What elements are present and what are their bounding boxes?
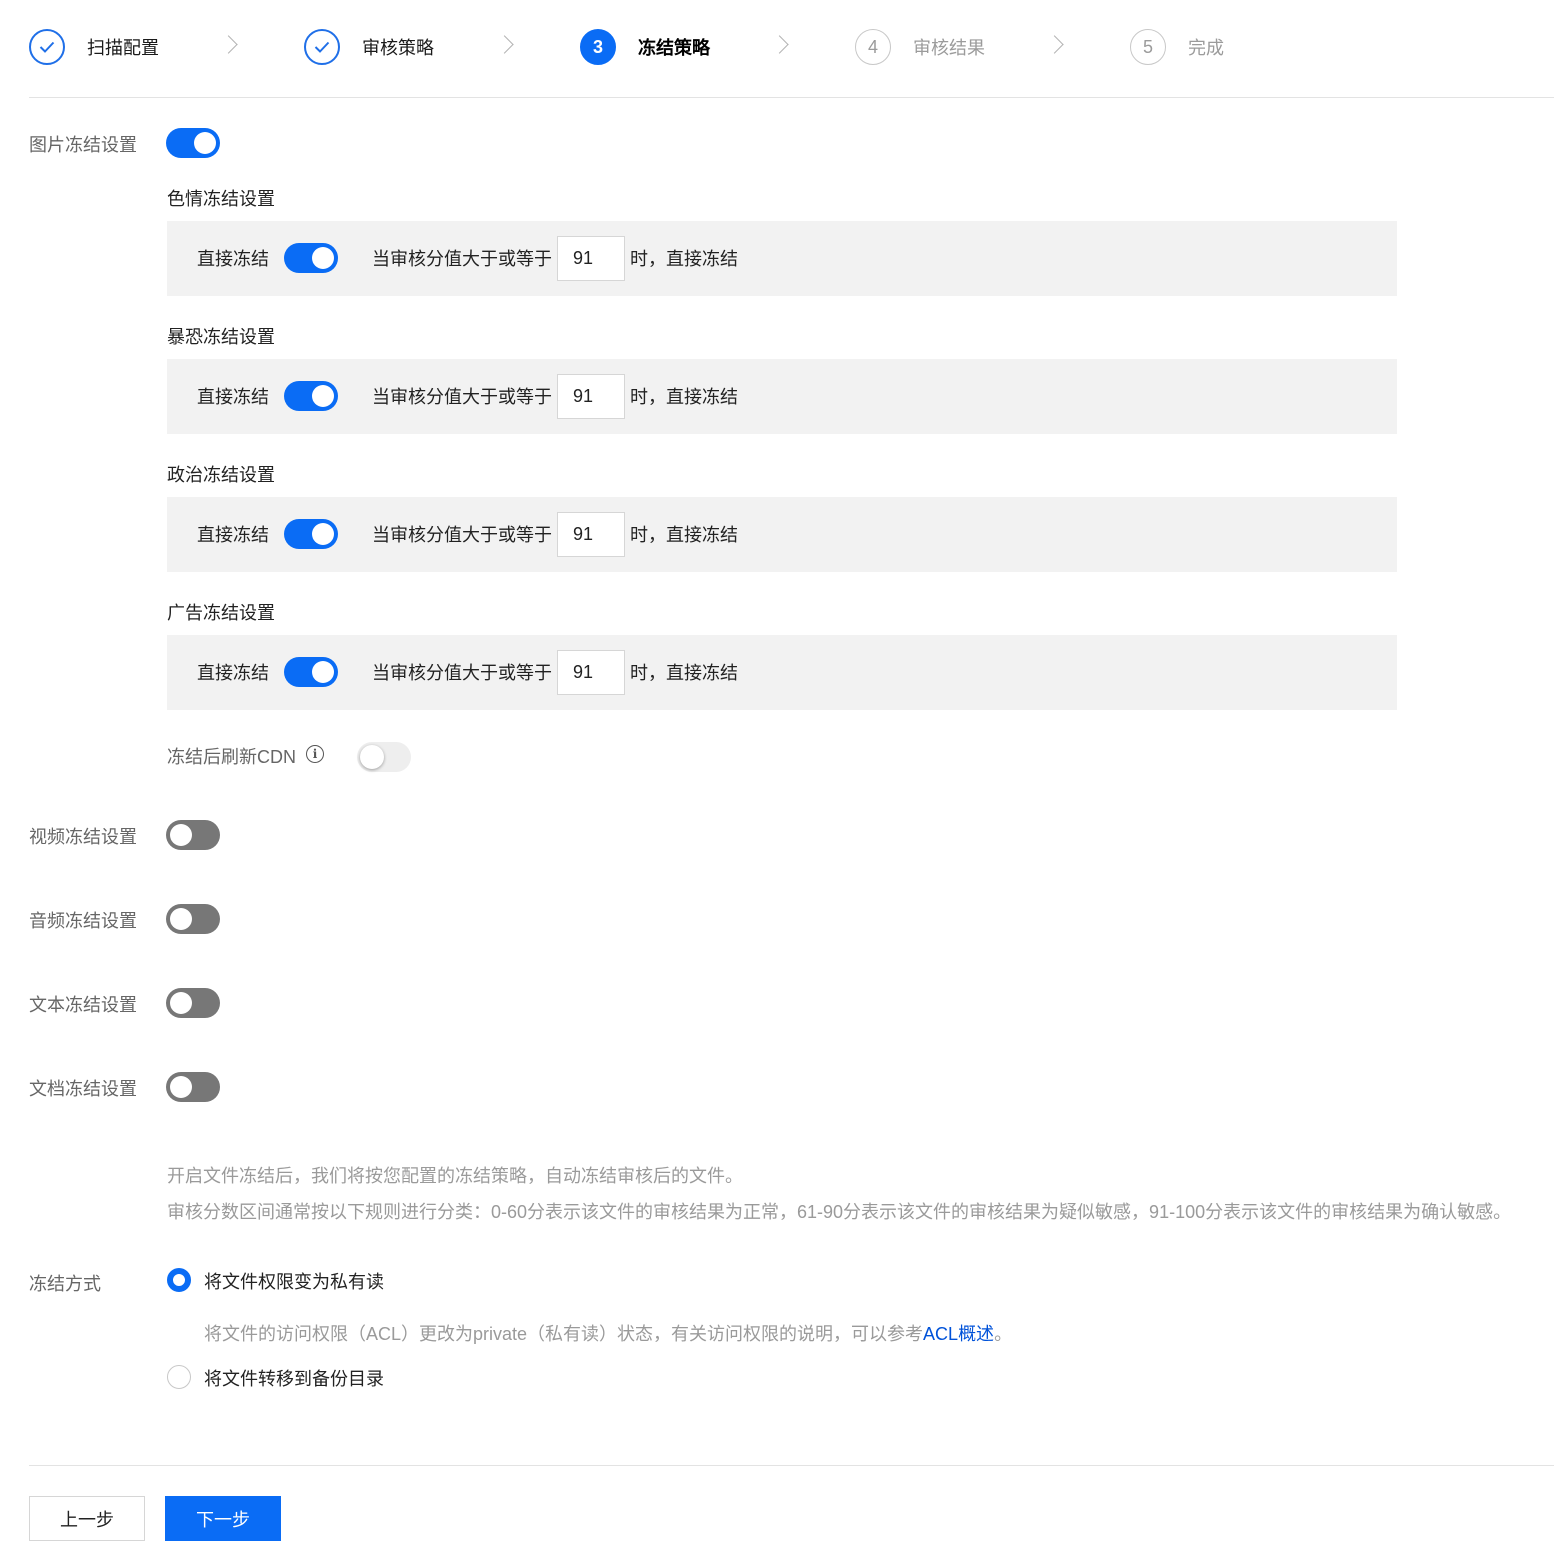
prev-step-button[interactable]: 上一步 <box>29 1496 145 1541</box>
politics-score-input[interactable]: 91 <box>557 512 625 557</box>
step-label: 冻结策略 <box>638 38 710 58</box>
ads-score-input[interactable]: 91 <box>557 650 625 695</box>
condition-suffix: 时，直接冻结 <box>630 249 738 269</box>
cdn-refresh-toggle[interactable] <box>357 742 411 772</box>
terror-score-input[interactable]: 91 <box>557 374 625 419</box>
politics-freeze-title: 政治冻结设置 <box>167 465 275 485</box>
backup-dir-label[interactable]: 将文件转移到备份目录 <box>204 1365 384 1391</box>
step-label: 扫描配置 <box>87 38 159 58</box>
private-read-description: 将文件的访问权限（ACL）更改为private（私有读）状态，有关访问权限的说明… <box>204 1320 1012 1346</box>
direct-freeze-label: 直接冻结 <box>197 249 269 269</box>
image-freeze-toggle[interactable] <box>166 128 220 158</box>
chevron-right-icon <box>1045 35 1064 54</box>
politics-freeze-panel: 直接冻结 当审核分值大于或等于 91 时，直接冻结 <box>167 497 1397 572</box>
porn-score-input[interactable]: 91 <box>557 236 625 281</box>
document-freeze-toggle[interactable] <box>166 1072 220 1102</box>
porn-freeze-panel: 直接冻结 当审核分值大于或等于 91 时，直接冻结 <box>167 221 1397 296</box>
step-number: 5 <box>1130 29 1166 65</box>
ads-freeze-panel: 直接冻结 当审核分值大于或等于 91 时，直接冻结 <box>167 635 1397 710</box>
cdn-refresh-label: 冻结后刷新CDN <box>167 747 296 767</box>
step-review-policy[interactable]: 审核策略 <box>304 27 434 67</box>
info-icon[interactable]: i <box>306 745 324 763</box>
image-freeze-label: 图片冻结设置 <box>29 135 137 155</box>
condition-suffix: 时，直接冻结 <box>630 387 738 407</box>
next-step-button[interactable]: 下一步 <box>165 1496 281 1541</box>
step-number: 4 <box>855 29 891 65</box>
porn-direct-freeze-toggle[interactable] <box>284 243 338 273</box>
step-number: 3 <box>580 29 616 65</box>
step-review-result[interactable]: 4 审核结果 <box>855 27 985 67</box>
hint-line-1: 开启文件冻结后，我们将按您配置的冻结策略，自动冻结审核后的文件。 <box>167 1166 743 1186</box>
text-freeze-label: 文本冻结设置 <box>29 995 137 1015</box>
chevron-right-icon <box>770 35 789 54</box>
check-icon <box>304 29 340 65</box>
freeze-method-label: 冻结方式 <box>29 1274 101 1294</box>
porn-freeze-title: 色情冻结设置 <box>167 189 275 209</box>
steps-bar: 扫描配置 审核策略 3 冻结策略 4 审核结果 5 完成 <box>29 27 1554 67</box>
audio-freeze-label: 音频冻结设置 <box>29 911 137 931</box>
hint-line-2: 审核分数区间通常按以下规则进行分类：0-60分表示该文件的审核结果为正常，61-… <box>167 1202 1512 1222</box>
direct-freeze-label: 直接冻结 <box>197 525 269 545</box>
direct-freeze-label: 直接冻结 <box>197 387 269 407</box>
step-label: 审核策略 <box>362 38 434 58</box>
politics-direct-freeze-toggle[interactable] <box>284 519 338 549</box>
video-freeze-toggle[interactable] <box>166 820 220 850</box>
document-freeze-label: 文档冻结设置 <box>29 1079 137 1099</box>
direct-freeze-label: 直接冻结 <box>197 663 269 683</box>
step-freeze-policy[interactable]: 3 冻结策略 <box>580 27 710 67</box>
audio-freeze-toggle[interactable] <box>166 904 220 934</box>
condition-prefix: 当审核分值大于或等于 <box>372 387 552 407</box>
top-divider <box>29 97 1554 98</box>
ads-freeze-title: 广告冻结设置 <box>167 603 275 623</box>
private-read-label[interactable]: 将文件权限变为私有读 <box>204 1268 384 1294</box>
acl-overview-link[interactable]: ACL概述 <box>923 1324 994 1344</box>
condition-prefix: 当审核分值大于或等于 <box>372 249 552 269</box>
step-scan-config[interactable]: 扫描配置 <box>29 27 159 67</box>
text-freeze-toggle[interactable] <box>166 988 220 1018</box>
description-prefix: 将文件的访问权限（ACL）更改为private（私有读）状态，有关访问权限的说明… <box>204 1324 924 1344</box>
step-complete[interactable]: 5 完成 <box>1130 27 1224 67</box>
chevron-right-icon <box>219 35 238 54</box>
condition-suffix: 时，直接冻结 <box>630 663 738 683</box>
condition-prefix: 当审核分值大于或等于 <box>372 663 552 683</box>
terror-direct-freeze-toggle[interactable] <box>284 381 338 411</box>
terror-freeze-panel: 直接冻结 当审核分值大于或等于 91 时，直接冻结 <box>167 359 1397 434</box>
step-label: 审核结果 <box>913 38 985 58</box>
description-suffix: 。 <box>994 1324 1013 1344</box>
chevron-right-icon <box>495 35 514 54</box>
bottom-divider <box>29 1465 1554 1466</box>
condition-prefix: 当审核分值大于或等于 <box>372 525 552 545</box>
ads-direct-freeze-toggle[interactable] <box>284 657 338 687</box>
private-read-radio[interactable] <box>167 1268 191 1292</box>
terror-freeze-title: 暴恐冻结设置 <box>167 327 275 347</box>
check-icon <box>29 29 65 65</box>
video-freeze-label: 视频冻结设置 <box>29 827 137 847</box>
condition-suffix: 时，直接冻结 <box>630 525 738 545</box>
backup-dir-radio[interactable] <box>167 1365 191 1389</box>
step-label: 完成 <box>1188 38 1224 58</box>
